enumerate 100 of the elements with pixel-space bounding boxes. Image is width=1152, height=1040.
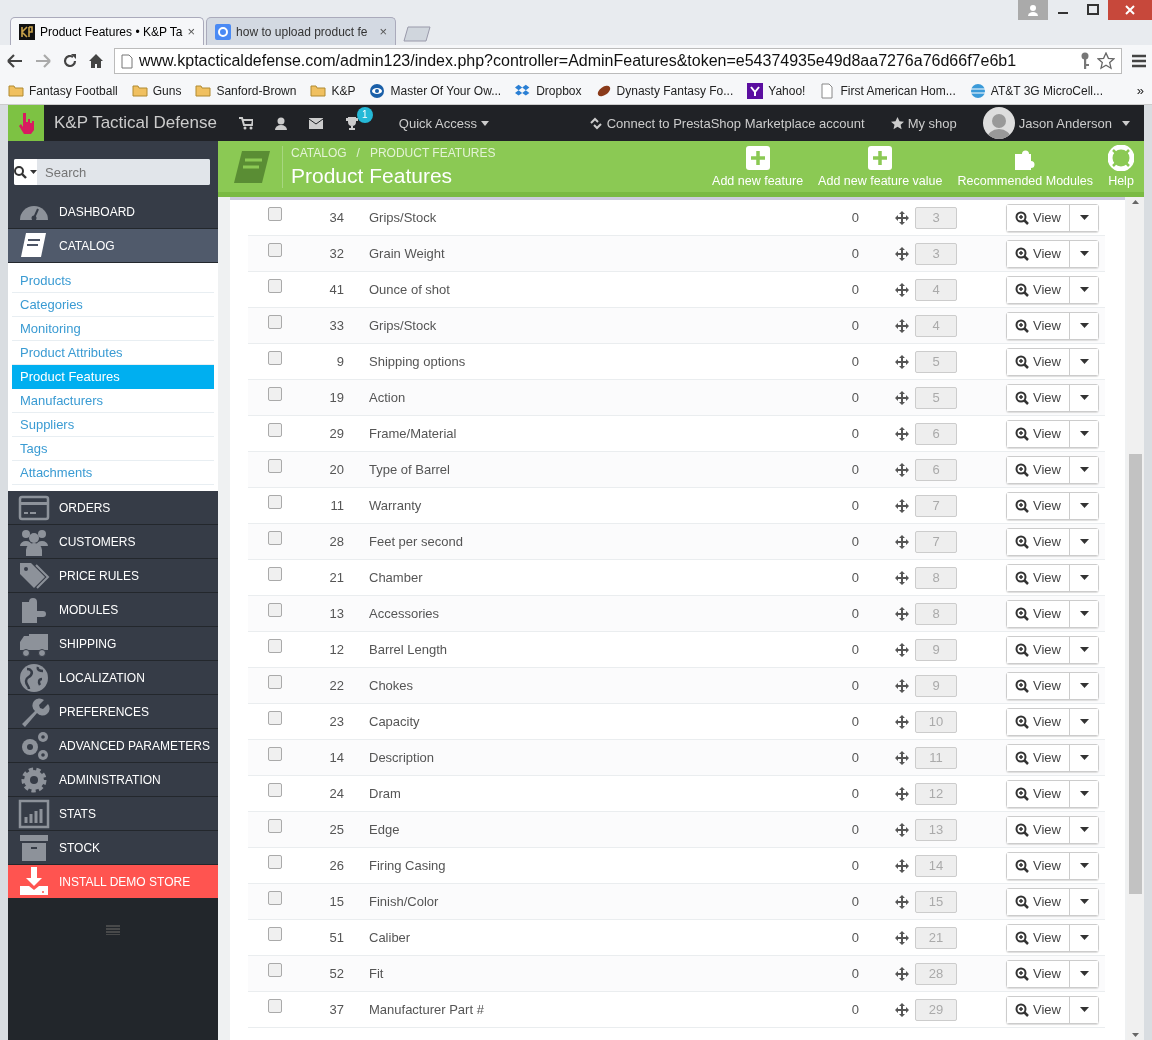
view-button[interactable]: View: [1007, 888, 1070, 915]
row-checkbox[interactable]: [268, 602, 282, 617]
dropdown-toggle[interactable]: [1070, 564, 1098, 591]
view-button[interactable]: View: [1007, 204, 1070, 231]
dropdown-toggle[interactable]: [1070, 204, 1098, 231]
caret-icon[interactable]: [30, 170, 37, 174]
view-button[interactable]: View: [1007, 852, 1070, 879]
view-button[interactable]: View: [1007, 456, 1070, 483]
menu-icon[interactable]: [1132, 54, 1146, 68]
view-button[interactable]: View: [1007, 492, 1070, 519]
bookmark[interactable]: Yahoo!: [747, 82, 806, 99]
row-checkbox[interactable]: [268, 962, 282, 977]
row-checkbox[interactable]: [268, 782, 282, 797]
view-button[interactable]: View: [1007, 384, 1070, 411]
bookmark[interactable]: Dropbox: [515, 82, 582, 99]
reload-icon[interactable]: [62, 53, 78, 69]
row-checkbox[interactable]: [268, 458, 282, 473]
address-bar[interactable]: www.kptacticaldefense.com/admin123/index.php?controller=AdminFeatures&token=e54374935e49d8aa7276a76d66f7e6b1: [114, 48, 1122, 74]
nav-item[interactable]: LOCALIZATION: [8, 661, 218, 695]
nav-item[interactable]: ADVANCED PARAMETERS: [8, 729, 218, 763]
view-button[interactable]: View: [1007, 672, 1070, 699]
dropdown-toggle[interactable]: [1070, 852, 1098, 879]
view-button[interactable]: View: [1007, 564, 1070, 591]
dropdown-toggle[interactable]: [1070, 888, 1098, 915]
row-checkbox[interactable]: [268, 674, 282, 689]
bookmark[interactable]: K&P: [310, 82, 356, 99]
nav-item[interactable]: CATALOG: [8, 229, 218, 263]
drag-handle-icon[interactable]: [895, 318, 909, 333]
view-button[interactable]: View: [1007, 708, 1070, 735]
nav-item[interactable]: STATS: [8, 797, 218, 831]
nav-item[interactable]: PRICE RULES: [8, 559, 218, 593]
scrollbar-thumb[interactable]: [1129, 453, 1142, 894]
drag-handle-icon[interactable]: [895, 354, 909, 369]
view-button[interactable]: View: [1007, 240, 1070, 267]
drag-handle-icon[interactable]: [895, 678, 909, 693]
row-checkbox[interactable]: [268, 818, 282, 833]
nav-item[interactable]: DASHBOARD: [8, 195, 218, 229]
bookmark[interactable]: AT&T 3G MicroCell...: [969, 82, 1104, 99]
dropdown-toggle[interactable]: [1070, 528, 1098, 555]
row-checkbox[interactable]: [268, 422, 282, 437]
drag-handle-icon[interactable]: [895, 858, 909, 873]
view-button[interactable]: View: [1007, 780, 1070, 807]
row-checkbox[interactable]: [268, 350, 282, 365]
more-bookmarks-button[interactable]: »: [1136, 83, 1144, 98]
dropdown-toggle[interactable]: [1070, 708, 1098, 735]
row-checkbox[interactable]: [268, 530, 282, 545]
nav-item[interactable]: ADMINISTRATION: [8, 763, 218, 797]
dropdown-toggle[interactable]: [1070, 996, 1098, 1023]
nav-item[interactable]: STOCK: [8, 831, 218, 865]
drag-handle-icon[interactable]: [895, 930, 909, 945]
dropdown-toggle[interactable]: [1070, 636, 1098, 663]
view-button[interactable]: View: [1007, 816, 1070, 843]
row-checkbox[interactable]: [268, 638, 282, 653]
cart-icon[interactable]: [238, 116, 253, 130]
view-button[interactable]: View: [1007, 528, 1070, 555]
drag-handle-icon[interactable]: [895, 894, 909, 909]
view-button[interactable]: View: [1007, 996, 1070, 1023]
dropdown-toggle[interactable]: [1070, 600, 1098, 627]
bookmark[interactable]: Sanford-Brown: [195, 82, 297, 99]
dropdown-toggle[interactable]: [1070, 780, 1098, 807]
dropdown-toggle[interactable]: [1070, 456, 1098, 483]
row-checkbox[interactable]: [268, 278, 282, 293]
key-icon[interactable]: [1079, 52, 1091, 70]
browser-tab[interactable]: how to upload product fe ×: [206, 17, 397, 45]
drag-handle-icon[interactable]: [895, 246, 909, 261]
row-checkbox[interactable]: [268, 890, 282, 905]
star-icon[interactable]: [1097, 52, 1115, 70]
dropdown-toggle[interactable]: [1070, 384, 1098, 411]
back-icon[interactable]: [6, 53, 24, 69]
scrollbar[interactable]: [1127, 197, 1144, 1040]
drag-handle-icon[interactable]: [895, 786, 909, 801]
trophy-icon[interactable]: [344, 116, 359, 130]
marketplace-link[interactable]: Connect to PrestaShop Marketplace account: [588, 115, 865, 131]
drag-handle-icon[interactable]: [895, 462, 909, 477]
row-checkbox[interactable]: [268, 998, 282, 1013]
nav-item[interactable]: CUSTOMERS: [8, 525, 218, 559]
row-checkbox[interactable]: [268, 494, 282, 509]
dropdown-toggle[interactable]: [1070, 960, 1098, 987]
drag-handle-icon[interactable]: [895, 822, 909, 837]
dropdown-toggle[interactable]: [1070, 420, 1098, 447]
row-checkbox[interactable]: [268, 314, 282, 329]
drag-handle-icon[interactable]: [895, 210, 909, 225]
dropdown-toggle[interactable]: [1070, 276, 1098, 303]
my-shop-link[interactable]: My shop: [890, 115, 957, 131]
view-button[interactable]: View: [1007, 348, 1070, 375]
drag-handle-icon[interactable]: [895, 714, 909, 729]
dropdown-toggle[interactable]: [1070, 816, 1098, 843]
row-checkbox[interactable]: [268, 566, 282, 581]
close-icon[interactable]: [1108, 0, 1152, 20]
drag-handle-icon[interactable]: [895, 570, 909, 585]
search-icon[interactable]: [14, 165, 27, 179]
view-button[interactable]: View: [1007, 312, 1070, 339]
bookmark[interactable]: Fantasy Football: [8, 82, 118, 99]
close-tab-button[interactable]: ×: [187, 24, 196, 39]
scroll-up-icon[interactable]: [1132, 200, 1139, 204]
row-checkbox[interactable]: [268, 710, 282, 725]
view-button[interactable]: View: [1007, 420, 1070, 447]
drag-handle-icon[interactable]: [895, 966, 909, 981]
close-tab-button[interactable]: ×: [379, 24, 388, 39]
bookmark[interactable]: Dynasty Fantasy Fo...: [595, 82, 734, 99]
